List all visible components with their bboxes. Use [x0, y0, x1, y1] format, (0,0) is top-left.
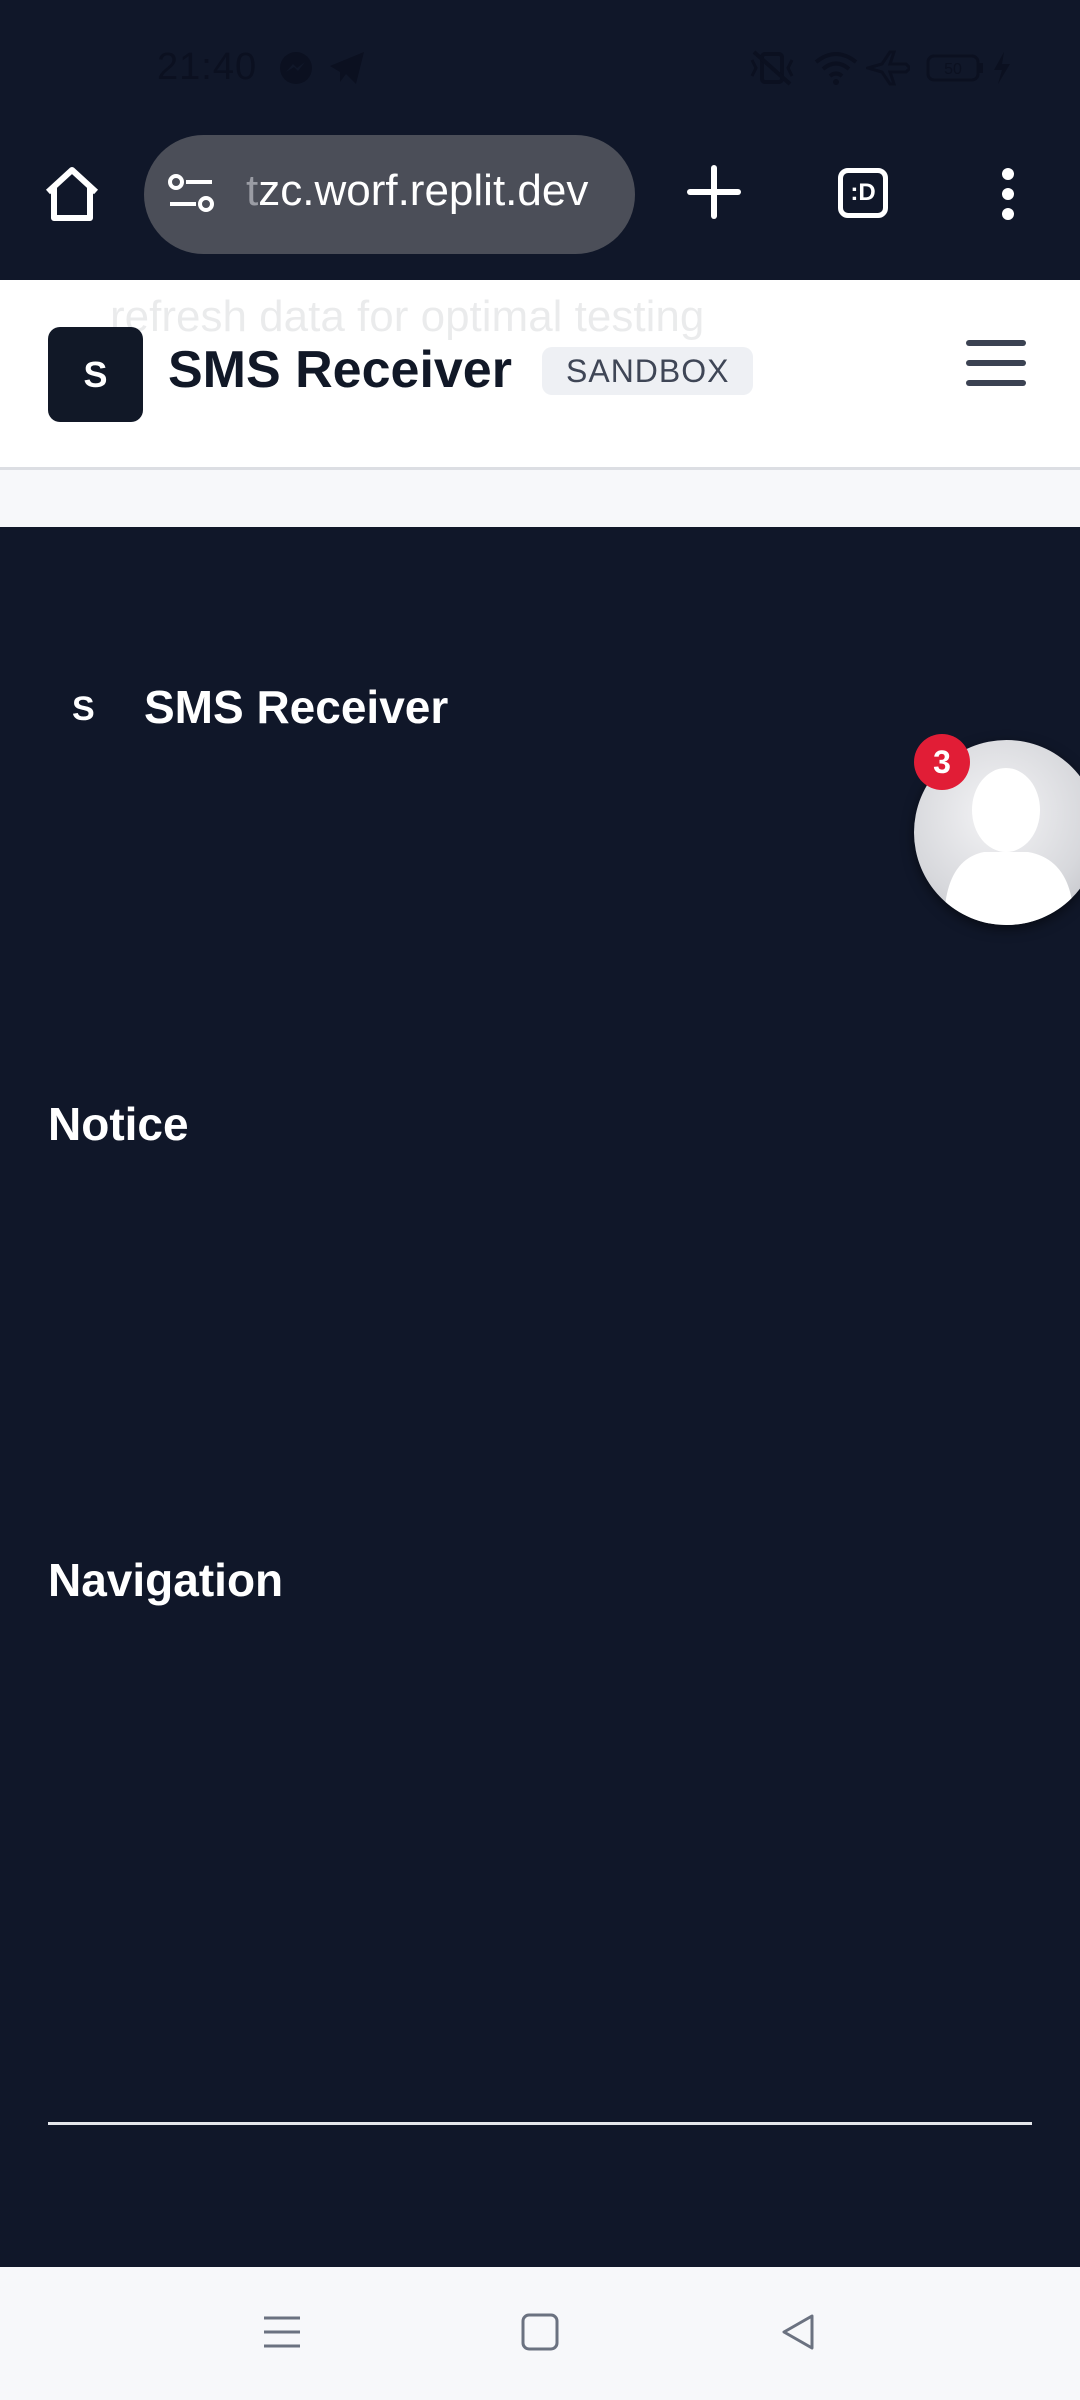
- back-icon[interactable]: [778, 2312, 818, 2357]
- telegram-icon: [328, 50, 368, 91]
- url-domain: zc.worf.replit.dev: [258, 166, 589, 215]
- new-tab-icon[interactable]: [686, 164, 742, 225]
- tab-switcher-icon[interactable]: :D: [838, 168, 888, 218]
- notice-heading: Notice: [48, 1098, 189, 1150]
- app-logo[interactable]: S: [48, 327, 143, 422]
- wifi-icon: [814, 50, 858, 91]
- battery-icon: 50: [926, 50, 986, 91]
- vibrate-off-icon: [748, 50, 796, 91]
- home-icon[interactable]: [42, 164, 102, 229]
- home-button-icon[interactable]: [520, 2312, 560, 2357]
- url-faded-prefix: t: [246, 166, 259, 215]
- content-strip: [0, 470, 1080, 527]
- airplane-icon: [862, 50, 913, 91]
- sidebar-logo[interactable]: S: [72, 690, 95, 729]
- battery-level: 50: [944, 61, 962, 78]
- charging-icon: [990, 50, 1014, 91]
- navigation-heading: Navigation: [48, 1554, 284, 1606]
- site-settings-icon[interactable]: [168, 172, 216, 221]
- status-time: 21:40: [157, 46, 258, 88]
- app-title[interactable]: SMS Receiver: [168, 340, 512, 400]
- more-options-icon[interactable]: [996, 166, 1020, 227]
- scrolled-text-behind-header: refresh data for optimal testing: [110, 292, 705, 341]
- app-header: refresh data for optimal testing S SMS R…: [0, 280, 1080, 470]
- sandbox-badge: SANDBOX: [542, 347, 754, 395]
- sidebar-title[interactable]: SMS Receiver: [144, 680, 448, 734]
- messenger-icon: [278, 50, 314, 91]
- url-text[interactable]: tzc.worf.replit.dev: [246, 166, 588, 216]
- notification-count-badge: 3: [914, 734, 970, 790]
- hamburger-menu-icon[interactable]: [966, 340, 1026, 400]
- sidebar-panel: [0, 527, 1080, 2267]
- divider: [48, 2122, 1032, 2125]
- recent-apps-icon[interactable]: [262, 2312, 302, 2357]
